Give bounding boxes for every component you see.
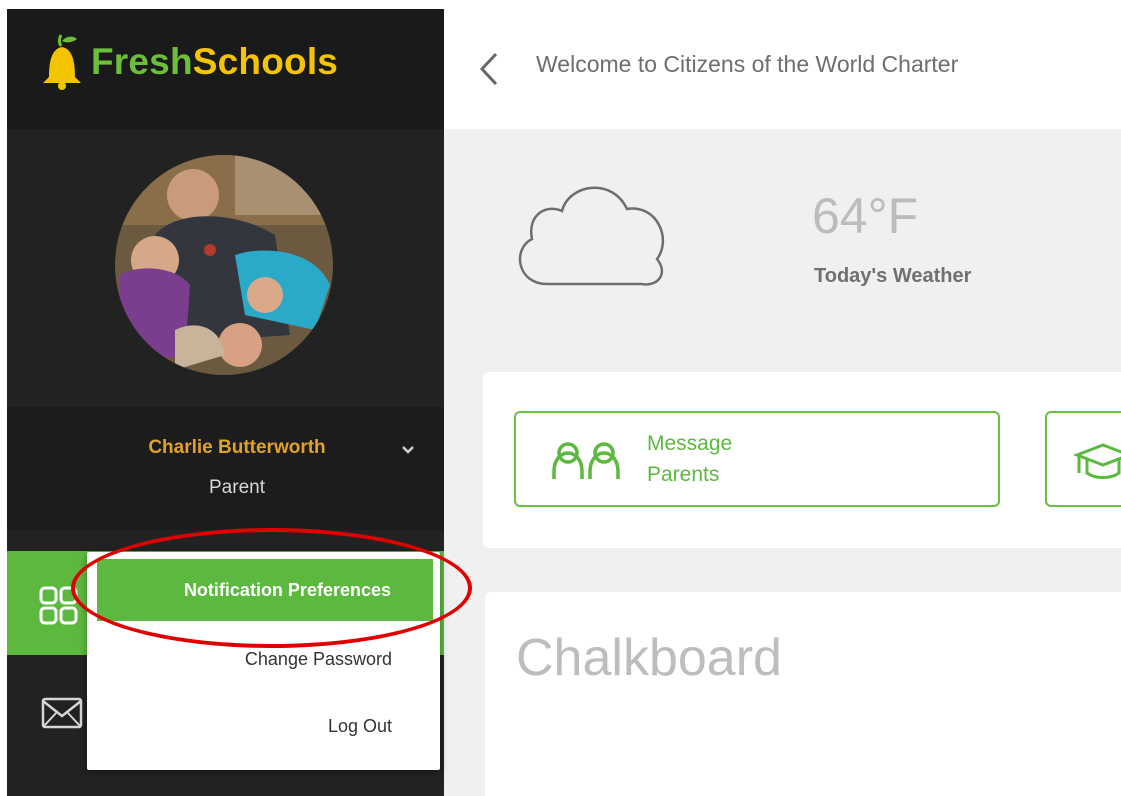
message-parents-line2: Parents	[647, 463, 720, 486]
menu-item-change-password[interactable]: Change Password	[87, 649, 440, 670]
message-parents-line1: Message	[647, 432, 733, 455]
dashboard-icon	[39, 586, 78, 625]
message-parents-button[interactable]: Message Parents	[514, 411, 1000, 507]
cloud-icon	[518, 186, 665, 286]
message-parents-label: Message Parents	[647, 428, 807, 490]
logo-text-fresh: Fresh	[91, 41, 193, 82]
user-role: Parent	[209, 477, 265, 498]
page-title: Welcome to Citizens of the World Charter	[536, 51, 959, 77]
logo-text-schools: Schools	[192, 41, 339, 82]
chevron-down-icon[interactable]	[401, 445, 415, 455]
menu-item-log-out[interactable]: Log Out	[87, 716, 440, 737]
quick-actions-card: Message Parents	[483, 372, 1121, 548]
logo-bar: FreshSchools	[7, 9, 444, 129]
graduation-button[interactable]	[1045, 411, 1121, 507]
mail-icon[interactable]	[41, 697, 83, 729]
chalkboard-title: Chalkboard	[516, 629, 782, 687]
user-dropdown-menu: Notification Preferences Change Password…	[87, 552, 440, 770]
chalkboard-card: Chalkboard	[485, 592, 1121, 796]
user-profile-bar[interactable]: Charlie Butterworth Parent	[7, 407, 444, 530]
freshschools-logo[interactable]: FreshSchools	[37, 33, 338, 91]
bell-apple-icon	[43, 34, 81, 90]
graduation-cap-icon	[1072, 443, 1121, 479]
people-icon	[552, 442, 620, 479]
menu-item-notification-preferences[interactable]: Notification Preferences	[97, 559, 433, 621]
app-frame: FreshSchools Charlie Butterworth Parent …	[7, 9, 1121, 796]
chevron-left-icon[interactable]	[478, 51, 500, 87]
weather-label: Today's Weather	[814, 265, 972, 287]
user-name: Charlie Butterworth	[148, 437, 326, 458]
avatar[interactable]	[115, 155, 333, 375]
header-bar: Welcome to Citizens of the World Charter	[444, 9, 1121, 129]
temperature: 64°F	[812, 188, 919, 244]
